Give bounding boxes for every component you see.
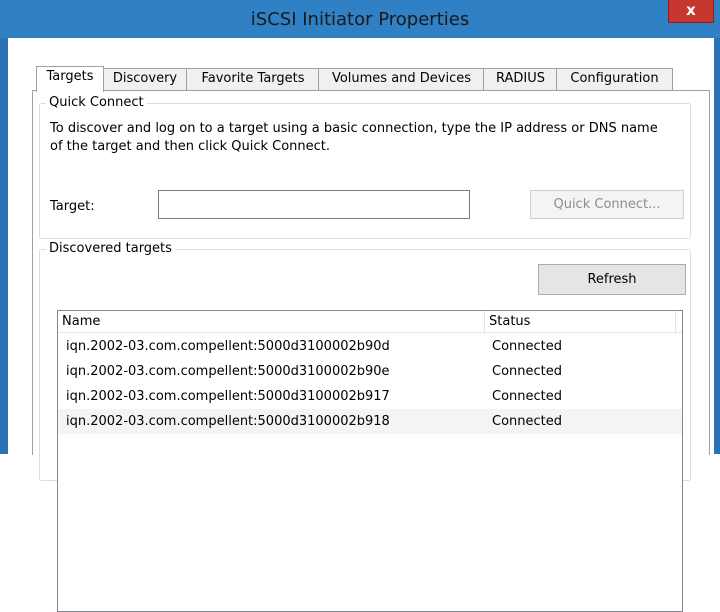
close-icon: x (686, 1, 696, 19)
column-header-status[interactable]: Status (485, 311, 675, 332)
dialog-body: Targets Discovery Favorite Targets Volum… (8, 38, 714, 612)
table-row[interactable]: iqn.2002-03.com.compellent:5000d3100002b… (58, 359, 682, 384)
tab-radius[interactable]: RADIUS (483, 68, 558, 90)
discovered-targets-group-label: Discovered targets (46, 241, 175, 256)
target-name: iqn.2002-03.com.compellent:5000d3100002b… (66, 389, 390, 404)
column-header-name[interactable]: Name (58, 311, 484, 332)
title-bar[interactable]: iSCSI Initiator Properties x (0, 0, 720, 38)
target-name: iqn.2002-03.com.compellent:5000d3100002b… (66, 339, 390, 354)
iscsi-initiator-window: iSCSI Initiator Properties x Targets Dis… (0, 0, 720, 612)
window-title: iSCSI Initiator Properties (250, 9, 470, 30)
target-label: Target: (50, 199, 95, 214)
target-status: Connected (492, 414, 563, 429)
targets-tab-panel: Quick Connect To discover and log on to … (32, 90, 710, 612)
discovered-targets-list[interactable]: Name Status iqn.2002-03.com.compellent:5… (57, 310, 683, 612)
quick-connect-button[interactable]: Quick Connect... (530, 190, 684, 219)
target-name: iqn.2002-03.com.compellent:5000d3100002b… (66, 364, 390, 379)
table-row[interactable]: iqn.2002-03.com.compellent:5000d3100002b… (58, 334, 682, 359)
tab-volumes-and-devices[interactable]: Volumes and Devices (318, 68, 485, 90)
quick-connect-group-label: Quick Connect (46, 95, 147, 110)
tab-configuration[interactable]: Configuration (556, 68, 673, 90)
table-row[interactable]: iqn.2002-03.com.compellent:5000d3100002b… (58, 384, 682, 409)
tab-discovery[interactable]: Discovery (102, 68, 188, 90)
target-status: Connected (492, 364, 563, 379)
tab-favorite-targets[interactable]: Favorite Targets (186, 68, 320, 90)
target-name: iqn.2002-03.com.compellent:5000d3100002b… (66, 414, 390, 429)
column-divider[interactable] (675, 311, 676, 332)
target-status: Connected (492, 389, 563, 404)
list-header: Name Status (58, 311, 682, 333)
close-button[interactable]: x (668, 0, 714, 23)
tab-targets[interactable]: Targets (36, 66, 104, 92)
refresh-button[interactable]: Refresh (538, 264, 686, 295)
quick-connect-description: To discover and log on to a target using… (50, 121, 658, 154)
quick-connect-group: Quick Connect To discover and log on to … (39, 95, 691, 239)
target-status: Connected (492, 339, 563, 354)
discovered-targets-group: Discovered targets Refresh Name Status i… (39, 241, 691, 612)
target-input[interactable] (158, 190, 470, 219)
table-row[interactable]: iqn.2002-03.com.compellent:5000d3100002b… (58, 409, 682, 434)
